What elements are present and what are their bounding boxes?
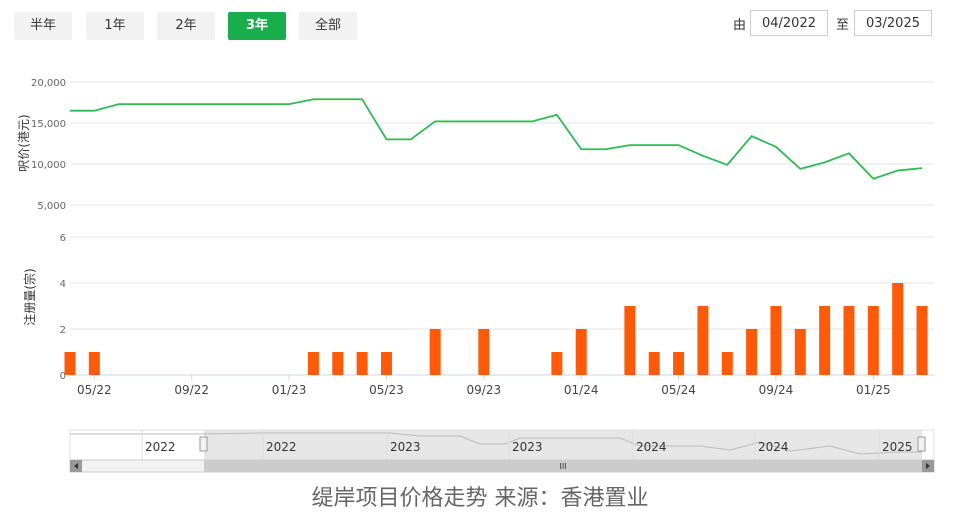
- navigator-year-label: 2025: [882, 440, 913, 454]
- volume-bar[interactable]: [551, 352, 563, 375]
- chart-caption: 缇岸项目价格走势 来源：香港置业: [311, 486, 649, 511]
- price-axis-label: 呎价(港元): [17, 114, 31, 171]
- x-tick-label: 05/22: [77, 383, 112, 397]
- navigator-selection[interactable]: [204, 430, 922, 460]
- price-tick-label: 20,000: [31, 78, 66, 89]
- x-tick-label: 01/24: [564, 383, 599, 397]
- navigator-year-label: 2022: [266, 440, 297, 454]
- navigator[interactable]: 2022 2022 2023 2023 2024 2024 2025 III: [69, 429, 935, 473]
- volume-bar[interactable]: [697, 306, 709, 375]
- volume-panel: 024605/22 09/22 01/23 05/23 09/23 01/24 05/24 0…: [60, 233, 934, 397]
- price-tick-label: 10,000: [31, 160, 66, 171]
- navigator-year-label: 2024: [636, 440, 667, 454]
- volume-bar[interactable]: [867, 306, 879, 375]
- navigator-year-label: 2023: [512, 440, 543, 454]
- volume-bar[interactable]: [356, 352, 368, 375]
- navigator-year-label: 2022: [145, 440, 176, 454]
- x-tick-label: 01/23: [272, 383, 307, 397]
- volume-bar[interactable]: [429, 329, 441, 375]
- price-tick-label: 15,000: [31, 119, 66, 130]
- volume-bar[interactable]: [892, 283, 904, 375]
- volume-bar[interactable]: [746, 329, 758, 375]
- volume-bar[interactable]: [478, 329, 490, 375]
- price-panel: 5,000 10,000 15,000 20,000: [31, 78, 934, 212]
- volume-bar[interactable]: [721, 352, 733, 375]
- volume-bar[interactable]: [307, 352, 319, 375]
- navigator-year-label: 2024: [758, 440, 789, 454]
- volume-bar[interactable]: [770, 306, 782, 375]
- navigator-handle-right[interactable]: [917, 436, 926, 452]
- volume-bar[interactable]: [624, 306, 636, 375]
- volume-tick-label: 6: [60, 233, 66, 244]
- navigator-year-label: 2023: [390, 440, 421, 454]
- navigator-handle-left[interactable]: [199, 436, 208, 452]
- volume-bar[interactable]: [843, 306, 855, 375]
- x-tick-label: 09/23: [467, 383, 502, 397]
- price-line: [70, 98, 923, 180]
- volume-tick-label: 2: [60, 325, 66, 336]
- volume-bar[interactable]: [88, 352, 100, 375]
- volume-bar[interactable]: [64, 352, 76, 375]
- x-tick-label: 09/22: [174, 383, 209, 397]
- volume-bar[interactable]: [794, 329, 806, 375]
- price-tick-label: 5,000: [37, 201, 66, 212]
- x-tick-label: 05/23: [369, 383, 404, 397]
- volume-bar[interactable]: [648, 352, 660, 375]
- volume-bar[interactable]: [916, 306, 928, 375]
- x-tick-label: 09/24: [759, 383, 794, 397]
- volume-tick-label: 4: [60, 279, 66, 290]
- volume-bar[interactable]: [575, 329, 587, 375]
- x-tick-label: 05/24: [661, 383, 696, 397]
- volume-bar[interactable]: [673, 352, 685, 375]
- price-volume-chart: 5,00010,00015,00020,000 024605/22 09/22 01…: [17, 78, 935, 473]
- volume-bar[interactable]: [819, 306, 831, 375]
- volume-axis-label: 注册量(宗): [22, 268, 37, 325]
- volume-bar[interactable]: [332, 352, 344, 375]
- volume-bar[interactable]: [380, 352, 392, 375]
- x-tick-label: 01/25: [856, 383, 891, 397]
- scrollbar-grip-icon: III: [559, 462, 566, 471]
